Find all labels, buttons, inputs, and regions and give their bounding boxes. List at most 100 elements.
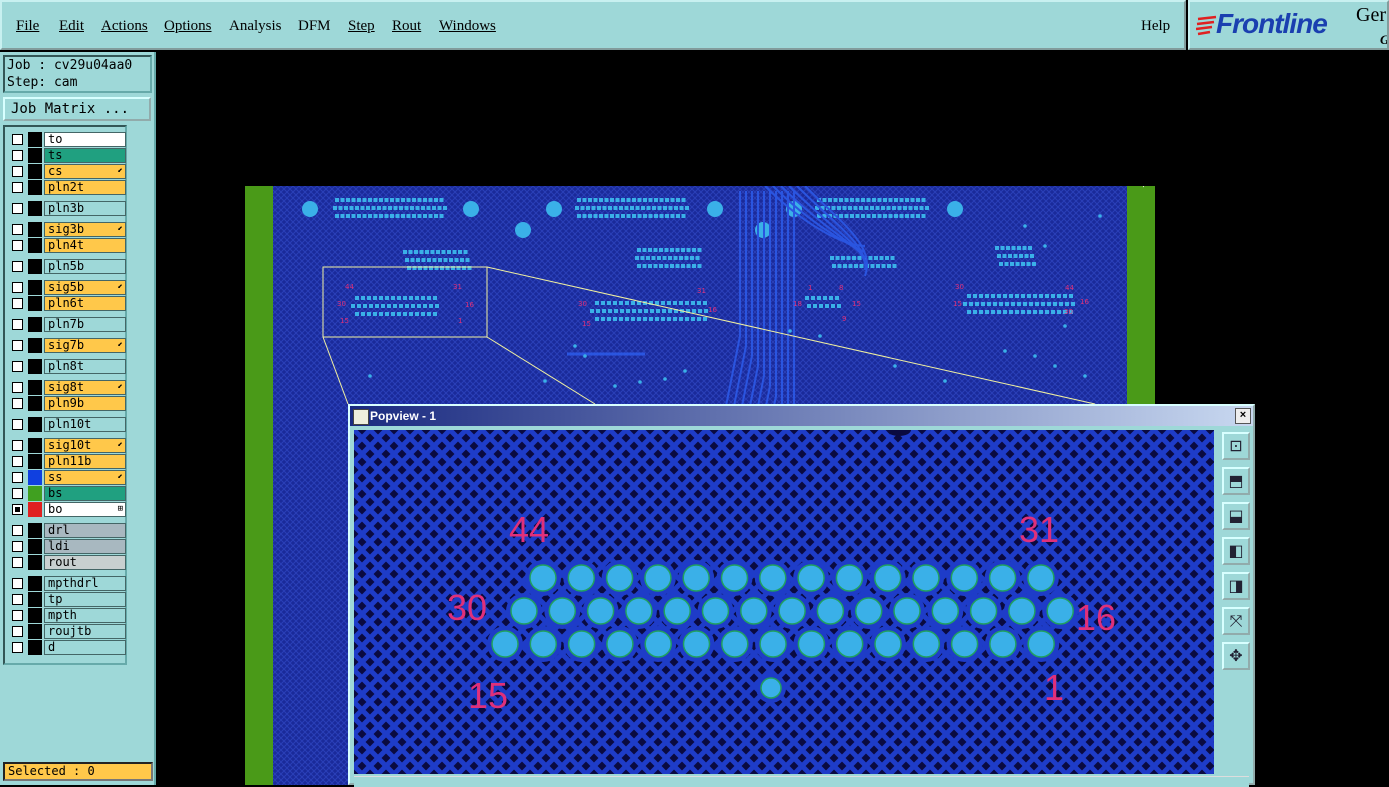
connector-pad[interactable] — [835, 630, 864, 658]
layer-color-swatch[interactable] — [28, 296, 42, 311]
menu-file[interactable]: File — [16, 18, 39, 35]
layer-name[interactable]: ts — [44, 148, 126, 163]
layer-row-rout[interactable]: rout — [8, 555, 126, 570]
layer-row-pln11b[interactable]: pln11b — [8, 454, 126, 469]
menu-help[interactable]: Help — [1141, 18, 1170, 35]
zoom-out-icon[interactable]: ⤧ — [1222, 607, 1250, 635]
layer-name[interactable]: to — [44, 132, 126, 147]
connector-pad[interactable] — [912, 564, 940, 592]
layer-checkbox[interactable] — [12, 578, 23, 589]
layer-name[interactable]: pln10t — [44, 417, 126, 432]
layer-name[interactable]: pln7b — [44, 317, 126, 332]
connector-pad[interactable] — [874, 630, 902, 658]
connector-pad[interactable] — [760, 677, 782, 699]
layer-row-pln2t[interactable]: pln2t — [8, 180, 126, 195]
connector-pad[interactable] — [989, 630, 1017, 658]
layer-color-swatch[interactable] — [28, 486, 42, 501]
close-button[interactable]: × — [1235, 408, 1251, 424]
connector-pad[interactable] — [644, 630, 672, 658]
connector-pad[interactable] — [759, 564, 787, 592]
layer-checkbox[interactable] — [12, 626, 23, 637]
layer-name[interactable]: pln3b — [44, 201, 126, 216]
layer-name[interactable]: pln11b — [44, 454, 126, 469]
layer-row-cs[interactable]: cs ⬋ — [8, 164, 126, 179]
popview-titlebar[interactable]: Popview - 1 × — [350, 406, 1253, 426]
layer-checkbox[interactable] — [12, 472, 23, 483]
layer-row-pln6t[interactable]: pln6t — [8, 296, 126, 311]
layer-name[interactable]: pln6t — [44, 296, 126, 311]
layer-row-pln8t[interactable]: pln8t — [8, 359, 126, 374]
layer-checkbox[interactable] — [12, 557, 23, 568]
move-right-icon[interactable]: ◨ — [1222, 572, 1250, 600]
menu-analysis[interactable]: Analysis — [229, 18, 282, 35]
layer-checkbox[interactable] — [12, 134, 23, 145]
layer-checkbox[interactable] — [12, 224, 23, 235]
menu-options[interactable]: Options — [164, 18, 212, 35]
layer-row-to[interactable]: to — [8, 132, 126, 147]
layer-color-swatch[interactable] — [28, 259, 42, 274]
layer-checkbox[interactable] — [12, 150, 23, 161]
layer-name[interactable]: sig7b ⬋ — [44, 338, 126, 353]
layer-row-ldi[interactable]: ldi — [8, 539, 126, 554]
layer-row-sig5b[interactable]: sig5b ⬋ — [8, 280, 126, 295]
layer-color-swatch[interactable] — [28, 132, 42, 147]
connector-pad[interactable] — [816, 597, 845, 625]
connector-pad[interactable] — [644, 564, 672, 592]
connector-pad[interactable] — [969, 597, 998, 625]
move-down-icon[interactable]: ⬓ — [1222, 502, 1250, 530]
connector-pad[interactable] — [529, 564, 557, 592]
connector-pad[interactable] — [835, 564, 864, 592]
layer-color-swatch[interactable] — [28, 502, 42, 517]
connector-pad[interactable] — [797, 630, 826, 658]
layer-checkbox[interactable] — [12, 541, 23, 552]
connector-pad[interactable] — [931, 597, 960, 625]
menu-rout[interactable]: Rout — [392, 18, 421, 35]
layer-color-swatch[interactable] — [28, 148, 42, 163]
layer-row-drl[interactable]: drl — [8, 523, 126, 538]
layer-checkbox[interactable] — [12, 282, 23, 293]
layer-checkbox[interactable] — [12, 642, 23, 653]
layer-name[interactable]: sig8t ⬋ — [44, 380, 126, 395]
layer-name[interactable]: tp — [44, 592, 126, 607]
layer-color-swatch[interactable] — [28, 640, 42, 655]
connector-pad[interactable] — [1008, 597, 1036, 625]
move-left-icon[interactable]: ◧ — [1222, 537, 1250, 565]
layer-checkbox[interactable] — [12, 382, 23, 393]
layer-row-mpth[interactable]: mpth — [8, 608, 126, 623]
layer-color-swatch[interactable] — [28, 417, 42, 432]
layer-color-swatch[interactable] — [28, 164, 42, 179]
connector-pad[interactable] — [873, 564, 902, 592]
connector-pad[interactable] — [854, 597, 883, 625]
layer-color-swatch[interactable] — [28, 438, 42, 453]
connector-pad[interactable] — [740, 597, 768, 625]
layer-name[interactable]: d — [44, 640, 126, 655]
layer-color-swatch[interactable] — [28, 317, 42, 332]
connector-pad[interactable] — [567, 630, 596, 658]
connector-pad[interactable] — [510, 597, 538, 625]
layer-name[interactable]: pln2t — [44, 180, 126, 195]
layer-name[interactable]: pln4t — [44, 238, 126, 253]
menu-edit[interactable]: Edit — [59, 18, 84, 35]
connector-pad[interactable] — [721, 630, 749, 658]
layer-color-swatch[interactable] — [28, 359, 42, 374]
menu-dfm[interactable]: DFM — [298, 18, 331, 35]
layer-color-swatch[interactable] — [28, 338, 42, 353]
layer-row-pln7b[interactable]: pln7b — [8, 317, 126, 332]
connector-pad[interactable] — [548, 597, 577, 625]
layer-checkbox[interactable] — [12, 525, 23, 536]
connector-pad[interactable] — [567, 564, 596, 592]
layer-checkbox[interactable] — [12, 298, 23, 309]
layer-color-swatch[interactable] — [28, 555, 42, 570]
connector-pad[interactable] — [491, 630, 519, 658]
layer-name[interactable]: bo ⊞ — [44, 502, 126, 517]
connector-pad[interactable] — [625, 597, 653, 625]
layer-checkbox[interactable] — [12, 166, 23, 177]
layer-checkbox[interactable] — [12, 319, 23, 330]
layer-name[interactable]: drl — [44, 523, 126, 538]
layer-row-d[interactable]: d — [8, 640, 126, 655]
layer-row-sig8t[interactable]: sig8t ⬋ — [8, 380, 126, 395]
layer-color-swatch[interactable] — [28, 592, 42, 607]
connector-pad[interactable] — [586, 597, 615, 625]
connector-pad[interactable] — [797, 564, 825, 592]
layer-checkbox[interactable] — [12, 504, 23, 515]
